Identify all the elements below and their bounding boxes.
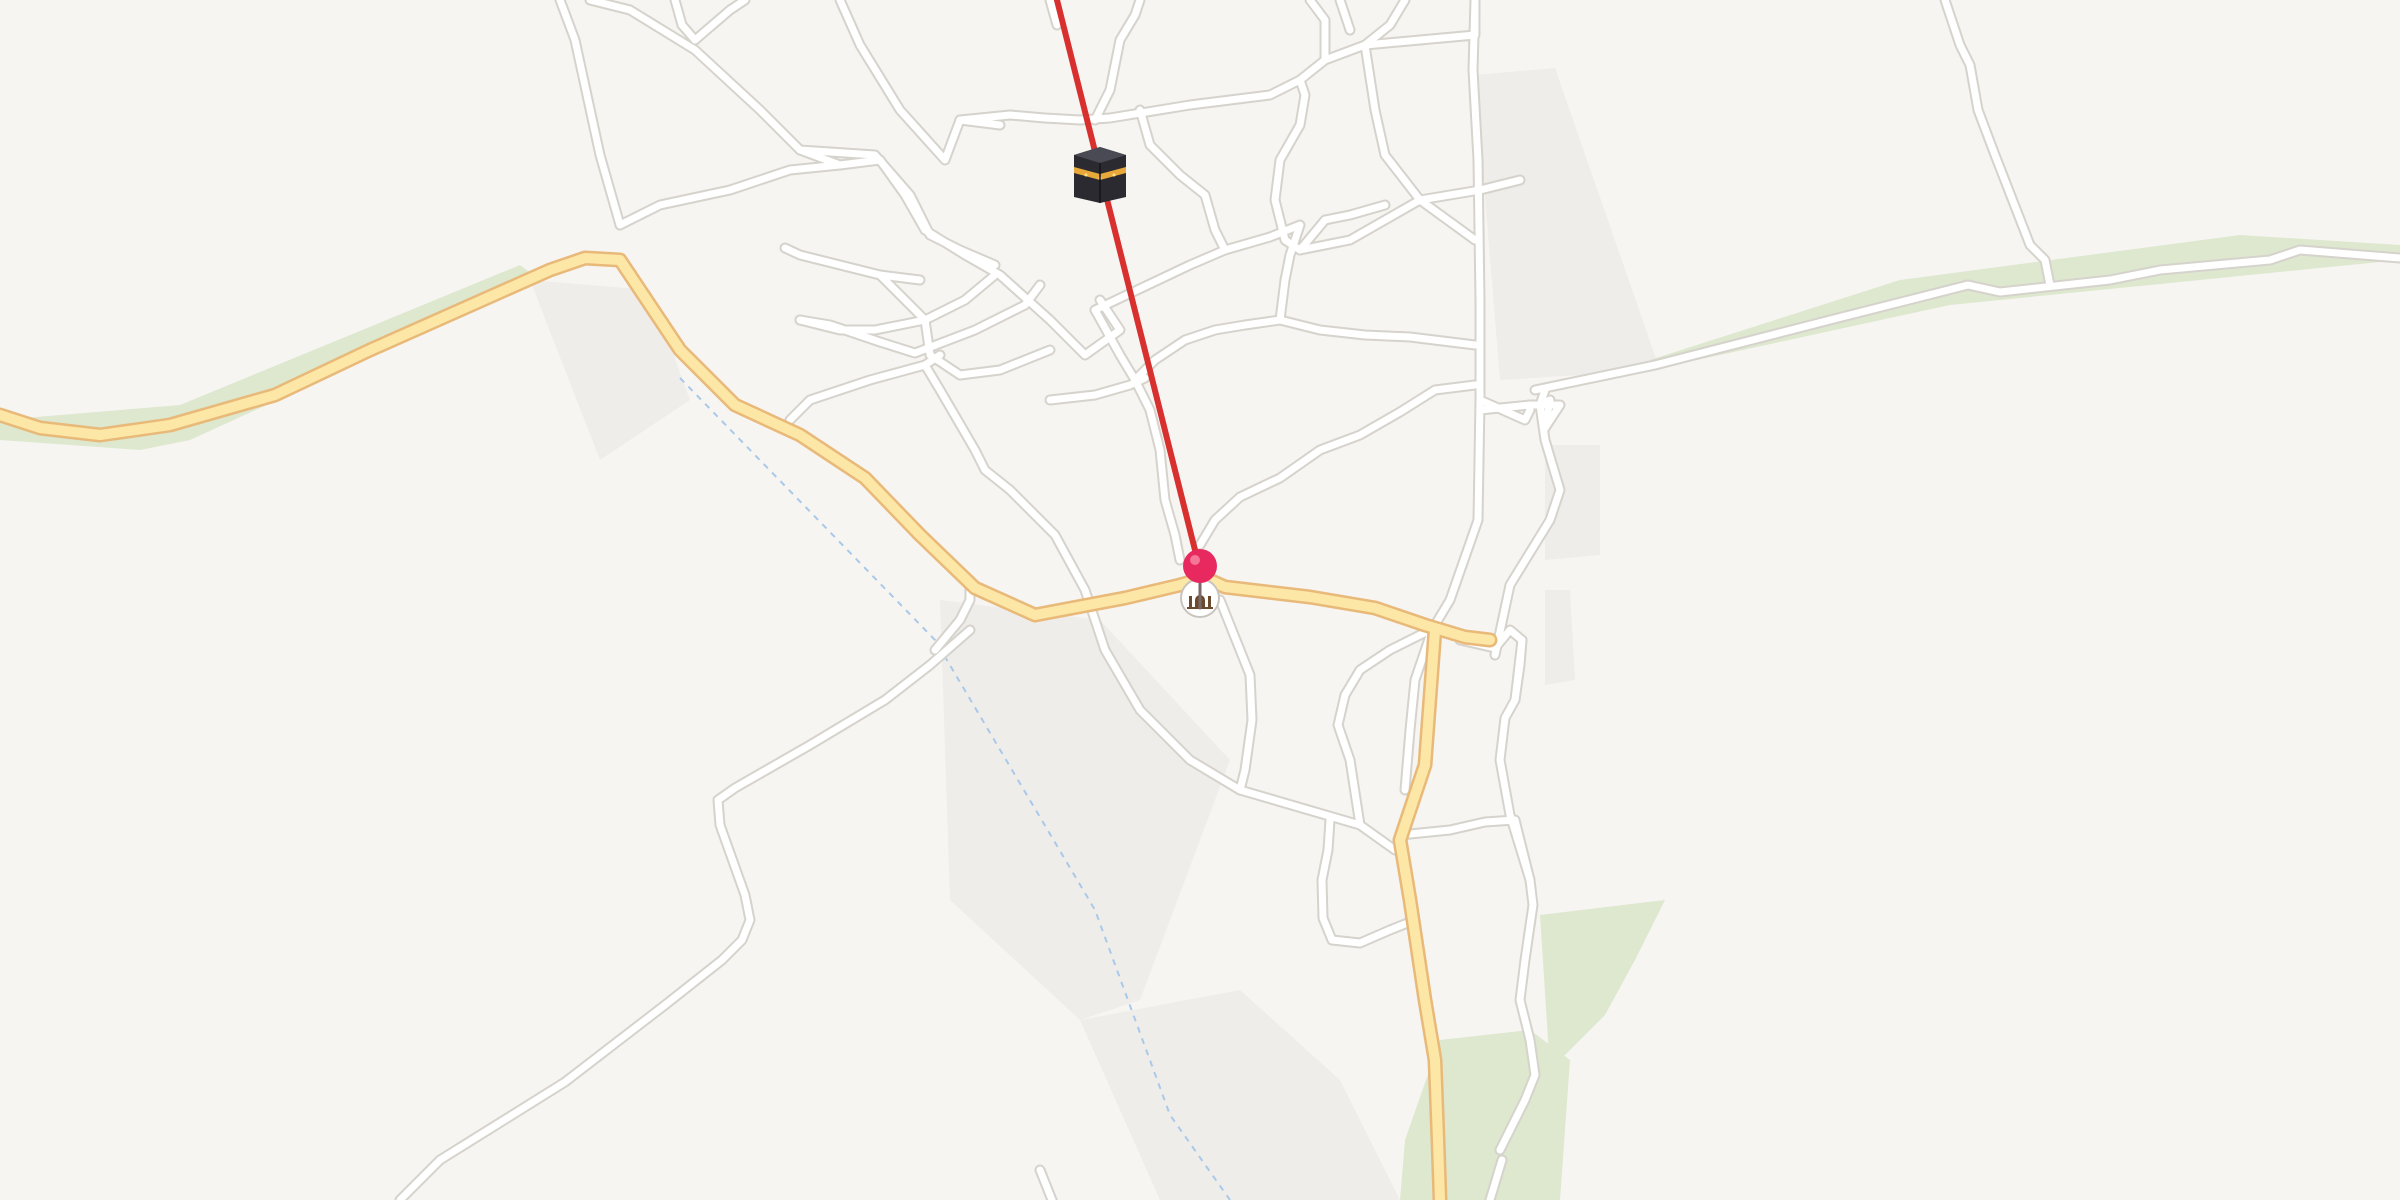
minor-road-fill [1356,821,1399,854]
minor-road-fill [556,0,624,229]
minor-road-fill [1336,0,1354,34]
main-road-casing [0,250,1498,648]
minor-road-casing [1399,394,1486,796]
minor-road-casing [614,154,886,231]
minor-road-fill [1136,106,1229,254]
minor-road[interactable] [394,624,976,1200]
minor-road-fill [1196,381,1479,549]
minor-road-casing [394,624,976,1200]
minor-road-fill [1401,396,1484,794]
minor-road-fill [396,626,974,1200]
minor-road-fill [691,0,749,44]
kaaba-icon [1074,147,1126,203]
minor-road-fill [1131,316,1284,384]
minor-road-fill [836,0,1004,164]
minor-road[interactable] [1194,379,1481,551]
map-canvas[interactable] [0,0,2400,1200]
minor-roads[interactable] [394,0,2400,1200]
minor-road-fill [956,111,1084,124]
qibla-direction-line [1054,0,1203,573]
minor-road[interactable] [614,154,886,231]
minor-road[interactable] [1399,394,1486,796]
main-road[interactable] [0,250,1498,648]
minor-road-fill [1091,0,1144,124]
main-road-fill [0,253,1495,645]
kaaba-marker[interactable] [1074,147,1126,203]
minor-road-casing [1194,379,1481,551]
minor-road-fill [786,351,944,424]
